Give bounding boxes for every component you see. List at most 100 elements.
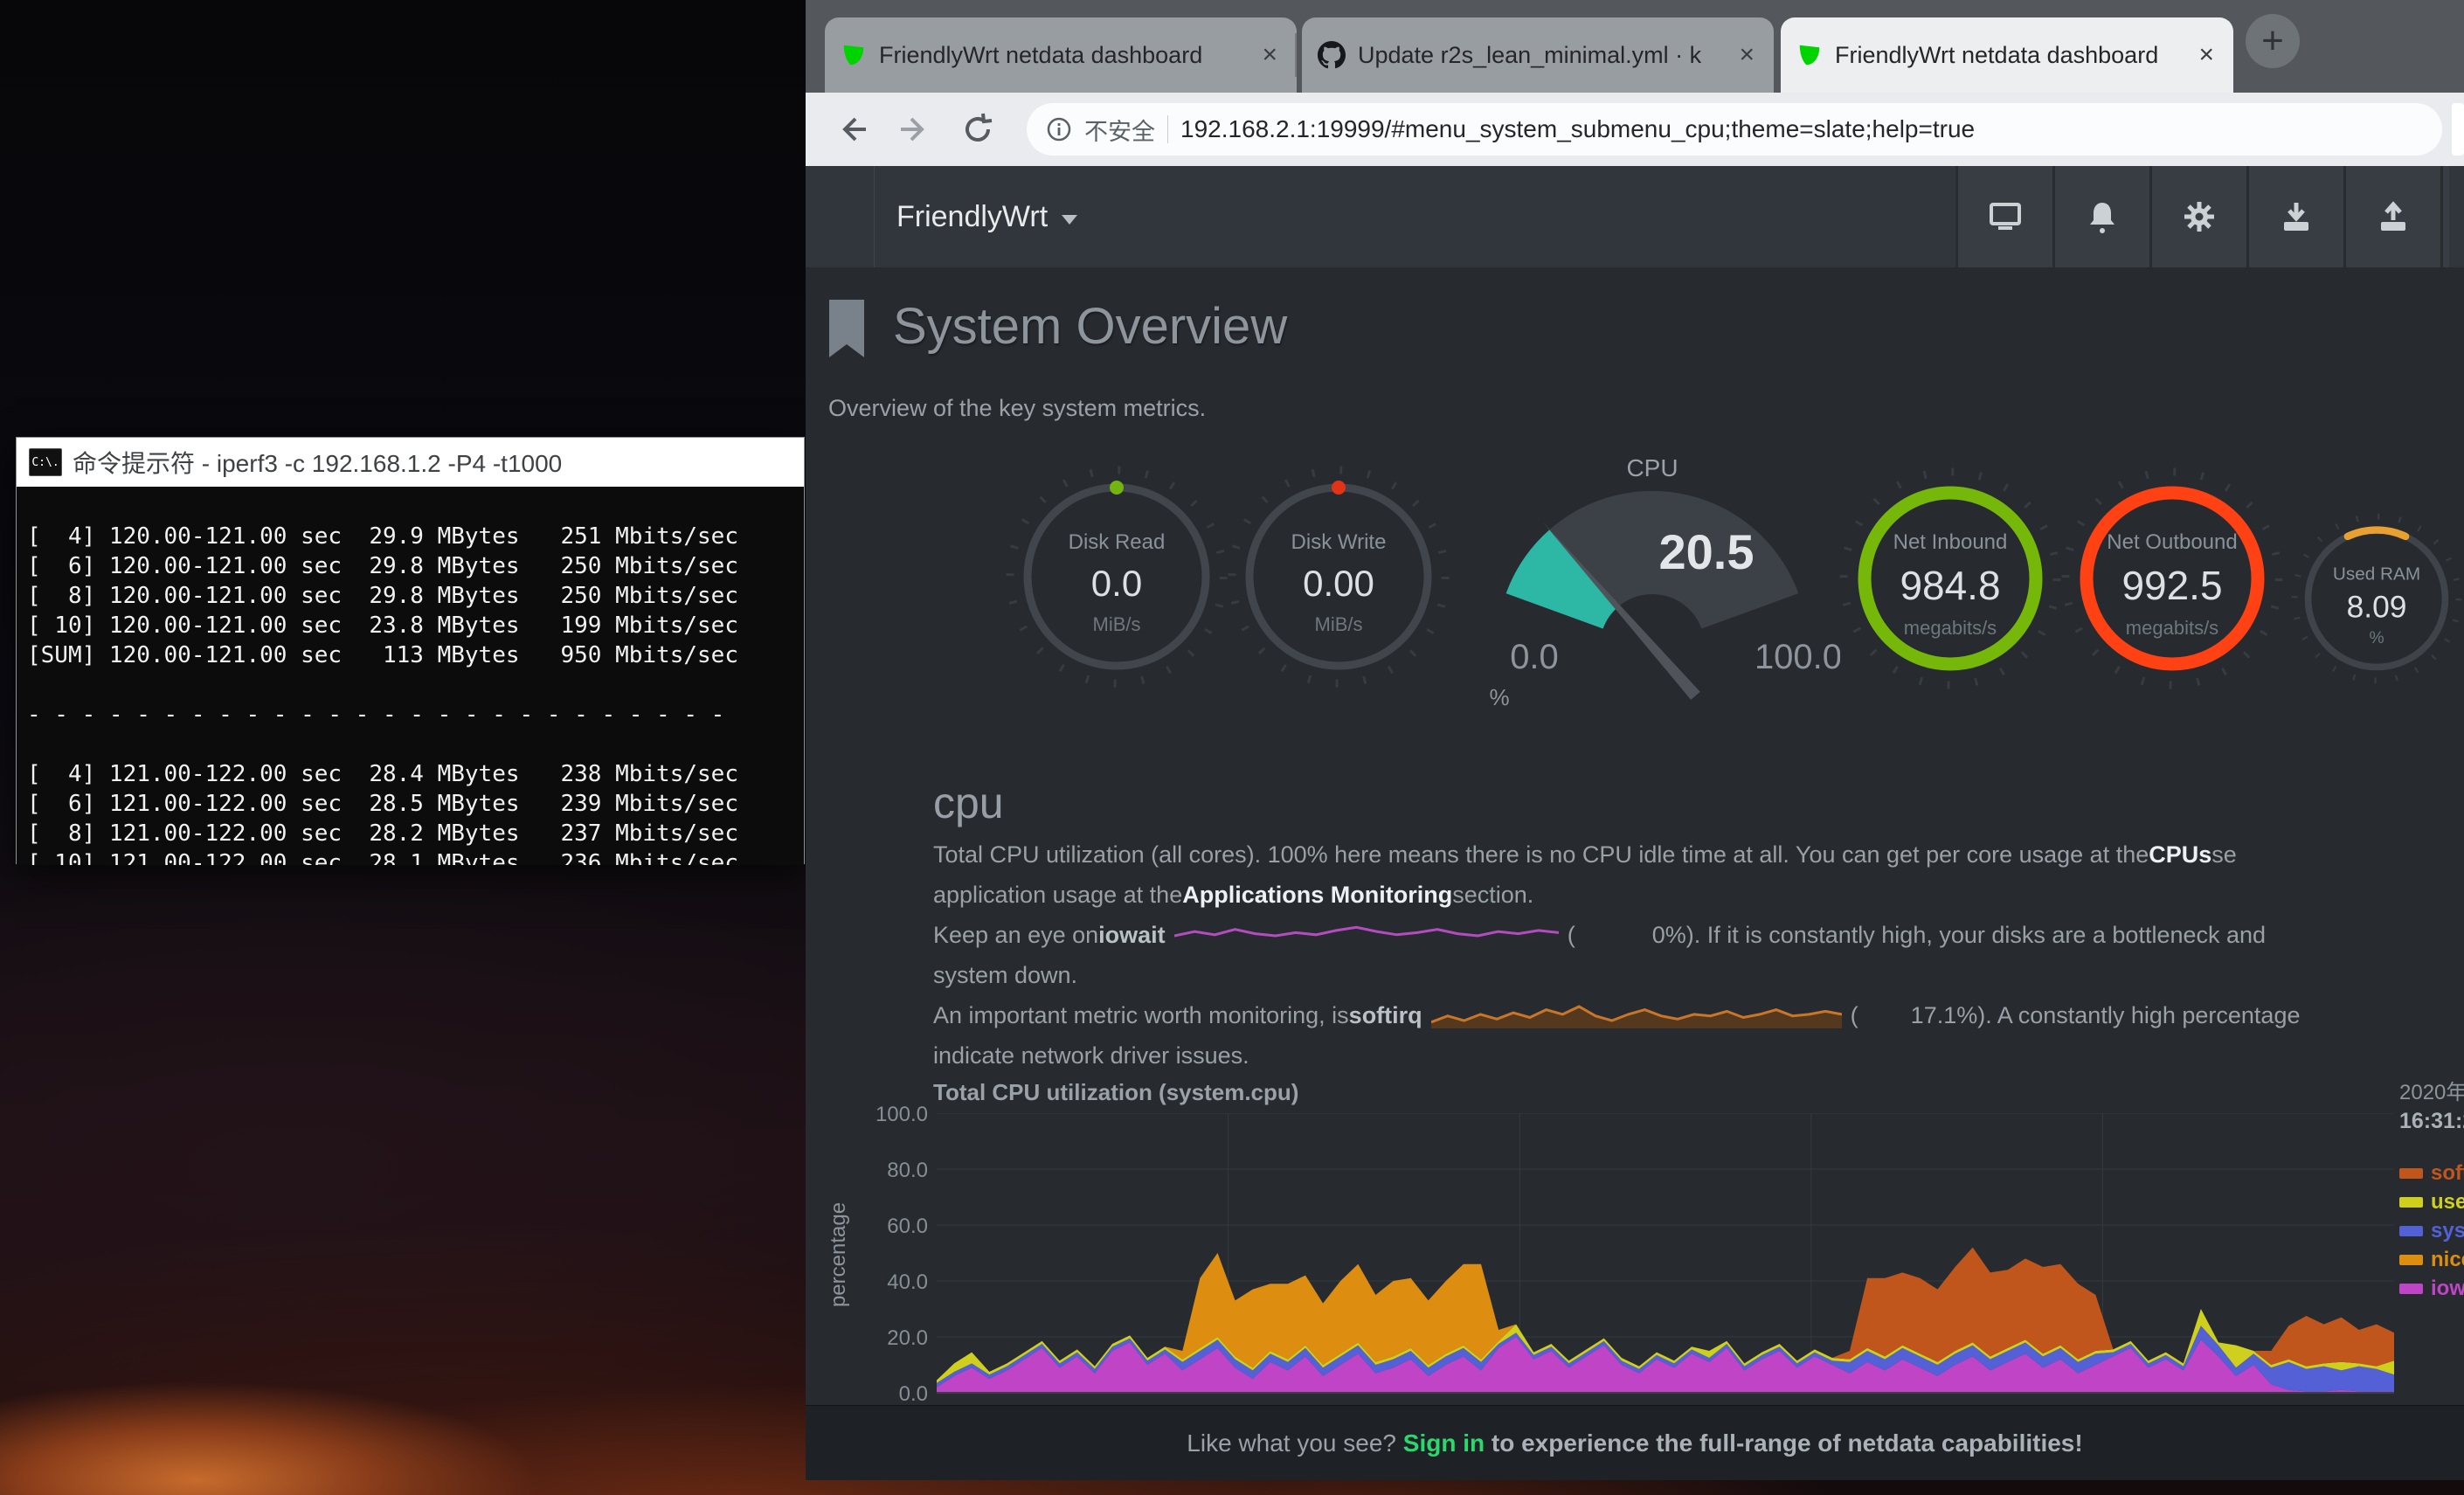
load-snapshot-button[interactable] — [2343, 166, 2440, 267]
cpus-link[interactable]: CPUs — [2149, 841, 2211, 869]
legend-name: system — [2431, 1219, 2464, 1243]
back-button[interactable] — [830, 107, 874, 151]
terminal-window[interactable]: C:\. 命令提示符 - iperf3 -c 192.168.1.2 -P4 -… — [16, 437, 805, 864]
cpu-gauge[interactable]: 20.5 0.0 100.0 % — [1473, 450, 1840, 712]
security-label[interactable]: 不安全 — [1084, 113, 1155, 147]
gear-icon — [2180, 197, 2218, 236]
legend-swatch — [2399, 1255, 2423, 1265]
text: ( — [1851, 1002, 1858, 1029]
text: ( — [1568, 922, 1575, 949]
terminal-titlebar[interactable]: C:\. 命令提示符 - iperf3 -c 192.168.1.2 -P4 -… — [17, 438, 804, 487]
legend-swatch — [2399, 1284, 2423, 1294]
applications-monitoring-link[interactable]: Applications Monitoring — [1182, 882, 1452, 909]
sign-in-link[interactable]: Sign in — [1403, 1429, 1485, 1457]
cpu-description: Total CPU utilization (all cores). 100% … — [933, 834, 2464, 1097]
text: indicate network driver issues. — [933, 1042, 1249, 1069]
tab-close-icon[interactable]: × — [1735, 40, 1758, 70]
browser-toolbar: 不安全 192.168.2.1:19999/#menu_system_subme… — [806, 93, 2464, 166]
used-ram-arc — [2348, 530, 2405, 536]
description-line: application usage at the Applications Mo… — [933, 875, 2464, 915]
net-inbound-gauge[interactable]: Net Inbound 984.8 megabits/s — [1837, 465, 2064, 692]
legend-item[interactable]: softirq — [2399, 1159, 2464, 1187]
netdata-icon — [841, 42, 867, 68]
tab-github[interactable]: Update r2s_lean_minimal.yml · k × — [1302, 17, 1774, 93]
section-title-cpu: cpu — [933, 778, 1004, 828]
text: se — [2211, 841, 2237, 869]
netdata-navbar: FriendlyWrt — [806, 166, 2464, 267]
terminal-output: [ 4] 120.00-121.00 sec 29.9 MBytes 251 M… — [27, 522, 804, 865]
disk-read-dot — [1110, 481, 1124, 495]
reload-button[interactable] — [956, 107, 1000, 151]
legend-swatch — [2399, 1168, 2423, 1179]
chart-title: Total CPU utilization (system.cpu) — [933, 1079, 1298, 1106]
y-tick: 40.0 — [823, 1270, 928, 1295]
text: Total CPU utilization (all cores). 100% … — [933, 841, 2149, 869]
y-tick: 20.0 — [823, 1326, 928, 1351]
alarms-button[interactable] — [2052, 166, 2149, 267]
host-menu-button[interactable]: FriendlyWrt — [896, 166, 1077, 267]
upload-icon — [2374, 197, 2412, 236]
description-line: system down. — [933, 955, 2464, 995]
terminal-body[interactable]: [ 4] 120.00-121.00 sec 29.9 MBytes 251 M… — [17, 487, 804, 865]
netdata-page: FriendlyWrt — [806, 166, 2464, 1480]
settings-button[interactable] — [2149, 166, 2246, 267]
tab-close-icon[interactable]: × — [2195, 40, 2218, 70]
bookmark-icon — [828, 299, 865, 358]
text: Like what you see? — [1187, 1429, 1403, 1457]
tab-strip: FriendlyWrt netdata dashboard × Update r… — [806, 0, 2464, 93]
bell-icon — [2083, 197, 2121, 236]
tab-netdata-1[interactable]: FriendlyWrt netdata dashboard × — [825, 17, 1297, 93]
svg-text:992.5: 992.5 — [2121, 563, 2222, 608]
softirq-sparkline[interactable] — [1431, 1002, 1842, 1028]
url-text[interactable]: 192.168.2.1:19999/#menu_system_submenu_c… — [1180, 115, 1975, 143]
reload-icon — [960, 112, 995, 147]
legend-items: softirquser system nice iowait — [2399, 1159, 2464, 1303]
monitor-icon — [1986, 197, 2024, 236]
cpu-utilization-chart[interactable] — [937, 1113, 2394, 1405]
text: application usage at the — [933, 882, 1182, 909]
used-ram-gauge[interactable]: Used RAM 8.09 % — [2289, 511, 2464, 686]
description-line: An important metric worth monitoring, is… — [933, 995, 2464, 1035]
disk-write-dot — [1332, 481, 1346, 495]
tab-separator — [1295, 33, 1297, 77]
tab-close-icon[interactable]: × — [1258, 40, 1281, 70]
tab-netdata-active[interactable]: FriendlyWrt netdata dashboard × — [1781, 17, 2233, 93]
svg-text:Net Outbound: Net Outbound — [2107, 530, 2237, 554]
new-tab-button[interactable]: + — [2246, 14, 2300, 68]
svg-text:Net Inbound: Net Inbound — [1893, 530, 2008, 554]
legend-name: iowait — [2431, 1277, 2464, 1301]
legend-item[interactable]: user — [2399, 1187, 2464, 1216]
svg-text:0.0: 0.0 — [1510, 638, 1559, 676]
legend-item[interactable]: nice — [2399, 1245, 2464, 1274]
legend-name: nice — [2431, 1248, 2464, 1272]
disk-write-gauge[interactable]: Disk Write 0.00 MiB/s — [1225, 463, 1452, 690]
legend-item[interactable]: system — [2399, 1216, 2464, 1245]
description-line: Keep an eye on iowait (0%). If it is con… — [933, 915, 2464, 955]
y-axis-label: percentage — [827, 1167, 851, 1342]
chart-legend: 2020年3 16:31:2 softirquser system nice iowa… — [2399, 1075, 2464, 1303]
chart-date: 2020年3 — [2399, 1075, 2464, 1105]
svg-text:MiB/s: MiB/s — [1093, 613, 1141, 635]
net-outbound-gauge[interactable]: Net Outbound 992.5 megabits/s — [2059, 465, 2286, 692]
text: ). If it is constantly high, your disks … — [1686, 922, 2266, 949]
svg-text:8.09: 8.09 — [2347, 591, 2407, 625]
toolbar-edge-element — [2452, 103, 2464, 156]
github-icon — [1318, 41, 1346, 69]
y-tick: 60.0 — [823, 1215, 928, 1239]
chart-time: 16:31:2 — [2399, 1109, 2464, 1134]
svg-text:20.5: 20.5 — [1659, 524, 1755, 579]
disk-read-gauge[interactable]: Disk Read 0.0 MiB/s — [1003, 463, 1230, 690]
address-bar[interactable]: 不安全 192.168.2.1:19999/#menu_system_subme… — [1027, 103, 2442, 156]
text: An important metric worth monitoring, is — [933, 1002, 1349, 1029]
legend-item[interactable]: iowait — [2399, 1274, 2464, 1303]
svg-text:984.8: 984.8 — [1900, 563, 2000, 608]
back-icon — [834, 112, 869, 147]
print-dashboard-button[interactable] — [1955, 166, 2052, 267]
svg-text:%: % — [2369, 629, 2384, 647]
svg-text:Disk Write: Disk Write — [1291, 530, 1387, 554]
save-snapshot-button[interactable] — [2246, 166, 2343, 267]
iowait-sparkline[interactable] — [1174, 924, 1559, 946]
svg-text:MiB/s: MiB/s — [1315, 613, 1363, 635]
svg-text:Disk Read: Disk Read — [1069, 530, 1166, 554]
forward-button[interactable] — [893, 107, 937, 151]
